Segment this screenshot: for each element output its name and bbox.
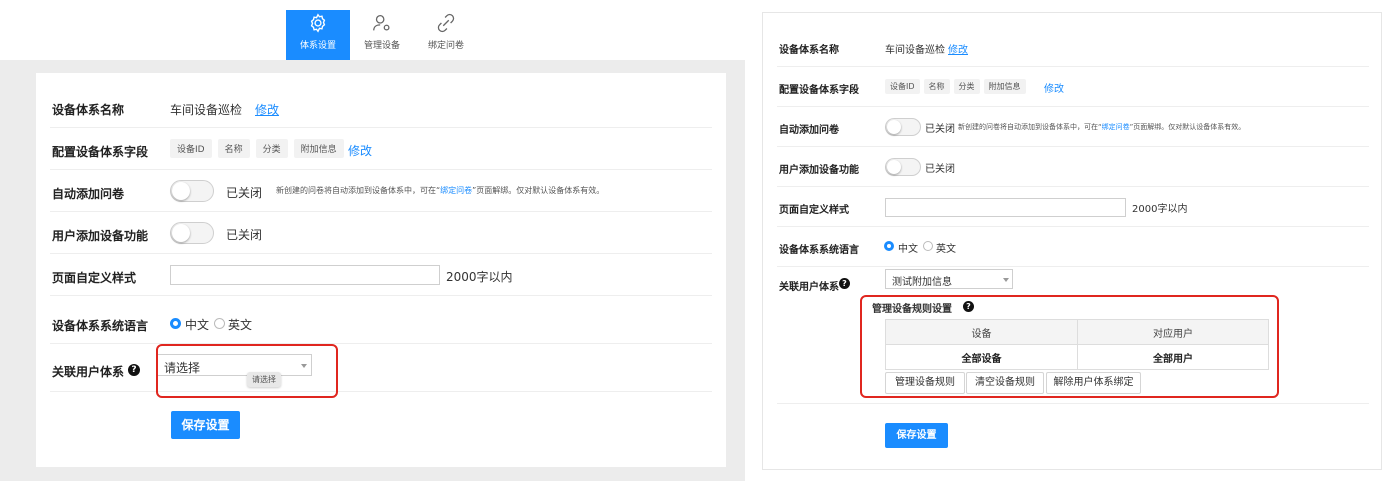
system-name-value: 车间设备巡检 bbox=[885, 45, 945, 56]
row-auto-add: 自动添加问卷 已关闭 新创建的问卷将自动添加到设备体系中，可在“绑定问卷”页面解… bbox=[50, 170, 712, 212]
custom-style-input[interactable] bbox=[170, 265, 440, 285]
gear-icon bbox=[310, 13, 326, 33]
radio-chinese[interactable] bbox=[884, 241, 894, 251]
save-button[interactable]: 保存设置 bbox=[171, 411, 240, 439]
right-screenshot: 设备体系名称 车间设备巡检 修改 配置设备体系字段 设备ID 名称 分类 附加信息 修… bbox=[762, 12, 1382, 470]
field-tags: 设备ID 名称 分类 附加信息 bbox=[170, 139, 350, 158]
edit-fields-link[interactable]: 修改 bbox=[348, 142, 372, 159]
left-screenshot: 体系设置 管理设备 绑定问卷 设备体系名称 车间设备巡检 修改 配置设备体系字段… bbox=[0, 0, 745, 481]
field-tag: 名称 bbox=[217, 139, 250, 158]
bind-survey-link[interactable]: 绑定问卷 bbox=[440, 186, 472, 195]
row-fields: 配置设备体系字段 设备ID 名称 分类 附加信息 修改 bbox=[50, 128, 712, 170]
tab-label: 绑定问卷 bbox=[427, 41, 464, 51]
help-icon[interactable]: ? bbox=[839, 278, 850, 289]
field-tag: 附加信息 bbox=[293, 139, 344, 158]
row-custom-style: 页面自定义样式 2000字以内 bbox=[50, 254, 712, 296]
row-auto-add: 自动添加问卷 已关闭 新创建的问卷将自动添加到设备体系中，可在“绑定问卷”页面解… bbox=[777, 107, 1369, 147]
auto-add-desc: 新创建的问卷将自动添加到设备体系中，可在“绑定问卷”页面解绑。仅对默认设备体系有… bbox=[958, 122, 1245, 132]
field-label: 关联用户体系 bbox=[779, 282, 839, 293]
row-language: 设备体系系统语言 中文 英文 bbox=[50, 296, 712, 344]
custom-style-input[interactable] bbox=[885, 198, 1126, 217]
desc-text: ”页面解绑。仅对默认设备体系有效。 bbox=[1129, 123, 1246, 131]
user-add-toggle[interactable] bbox=[170, 222, 214, 244]
edit-fields-link[interactable]: 修改 bbox=[1044, 80, 1064, 95]
field-label: 用户添加设备功能 bbox=[779, 165, 859, 176]
user-add-toggle[interactable] bbox=[885, 158, 921, 176]
field-tag: 分类 bbox=[255, 139, 288, 158]
field-label: 页面自定义样式 bbox=[52, 271, 137, 285]
row-related-user: 关联用户体系 ? bbox=[50, 344, 712, 392]
chevron-down-icon bbox=[1003, 278, 1009, 282]
field-label: 配置设备体系字段 bbox=[52, 145, 149, 159]
field-tag: 设备ID bbox=[885, 79, 920, 94]
settings-card: 设备体系名称 车间设备巡检 修改 配置设备体系字段 设备ID 名称 分类 附加信息 修… bbox=[36, 73, 726, 467]
tab-label: 管理设备 bbox=[363, 41, 400, 51]
save-button[interactable]: 保存设置 bbox=[885, 423, 948, 448]
row-custom-style: 页面自定义样式 2000字以内 bbox=[777, 187, 1369, 227]
toggle-state: 已关闭 bbox=[925, 164, 955, 175]
toggle-state: 已关闭 bbox=[226, 186, 263, 200]
radio-chinese[interactable] bbox=[170, 318, 181, 329]
toggle-state: 已关闭 bbox=[226, 228, 263, 242]
row-user-add: 用户添加设备功能 已关闭 bbox=[777, 147, 1369, 187]
related-user-select[interactable]: 测试附加信息 bbox=[885, 269, 1013, 289]
field-label: 关联用户体系 bbox=[52, 365, 125, 379]
radio-label: 中文 bbox=[185, 318, 210, 332]
field-tag: 设备ID bbox=[170, 139, 212, 158]
radio-english[interactable] bbox=[214, 318, 225, 329]
field-label: 设备体系系统语言 bbox=[52, 319, 149, 333]
radio-label: 中文 bbox=[898, 244, 918, 255]
edit-name-link[interactable]: 修改 bbox=[948, 41, 968, 56]
bind-survey-link[interactable]: 绑定问卷 bbox=[1102, 123, 1130, 131]
radio-label: 英文 bbox=[936, 244, 956, 255]
radio-label: 英文 bbox=[228, 318, 253, 332]
field-label: 设备体系系统语言 bbox=[779, 245, 859, 256]
radio-english[interactable] bbox=[923, 241, 933, 251]
row-fields: 配置设备体系字段 设备ID 名称 分类 附加信息 修改 bbox=[777, 67, 1369, 107]
length-hint: 2000字以内 bbox=[1132, 204, 1188, 215]
row-system-name: 设备体系名称 车间设备巡检 修改 bbox=[50, 86, 712, 128]
field-label: 自动添加问卷 bbox=[779, 125, 839, 136]
desc-text: ”页面解绑。仅对默认设备体系有效。 bbox=[472, 186, 605, 195]
edit-name-link[interactable]: 修改 bbox=[255, 101, 279, 118]
field-label: 设备体系名称 bbox=[52, 103, 125, 117]
field-label: 用户添加设备功能 bbox=[52, 229, 149, 243]
desc-text: 新创建的问卷将自动添加到设备体系中，可在“ bbox=[276, 186, 441, 195]
highlight-box bbox=[156, 344, 338, 398]
toggle-state: 已关闭 bbox=[925, 124, 955, 135]
field-label: 配置设备体系字段 bbox=[779, 85, 859, 96]
field-label: 自动添加问卷 bbox=[52, 187, 125, 201]
field-label: 页面自定义样式 bbox=[779, 205, 849, 216]
tab-manage-devices[interactable]: 管理设备 bbox=[350, 10, 414, 60]
select-value: 测试附加信息 bbox=[892, 277, 952, 288]
tab-system-settings[interactable]: 体系设置 bbox=[286, 10, 350, 60]
tab-bind-survey[interactable]: 绑定问卷 bbox=[414, 10, 478, 60]
field-tag: 分类 bbox=[953, 79, 980, 94]
field-tag: 附加信息 bbox=[983, 79, 1026, 94]
system-name-value: 车间设备巡检 bbox=[170, 103, 243, 117]
field-tags: 设备ID 名称 分类 附加信息 bbox=[885, 78, 1030, 94]
top-nav: 体系设置 管理设备 绑定问卷 bbox=[0, 0, 745, 60]
auto-add-toggle[interactable] bbox=[885, 118, 921, 136]
auto-add-toggle[interactable] bbox=[170, 180, 214, 202]
user-settings-icon bbox=[373, 15, 390, 31]
help-icon[interactable]: ? bbox=[128, 364, 140, 376]
field-label: 设备体系名称 bbox=[779, 45, 839, 56]
row-system-name: 设备体系名称 车间设备巡检 修改 bbox=[777, 27, 1369, 67]
link-icon bbox=[437, 13, 455, 33]
row-language: 设备体系系统语言 中文 英文 bbox=[777, 227, 1369, 267]
length-hint: 2000字以内 bbox=[446, 270, 513, 284]
auto-add-desc: 新创建的问卷将自动添加到设备体系中，可在“绑定问卷”页面解绑。仅对默认设备体系有… bbox=[276, 185, 604, 196]
field-tag: 名称 bbox=[923, 79, 950, 94]
tab-label: 体系设置 bbox=[299, 41, 336, 51]
desc-text: 新创建的问卷将自动添加到设备体系中，可在“ bbox=[958, 123, 1102, 131]
row-user-add: 用户添加设备功能 已关闭 bbox=[50, 212, 712, 254]
highlight-box bbox=[860, 295, 1279, 398]
